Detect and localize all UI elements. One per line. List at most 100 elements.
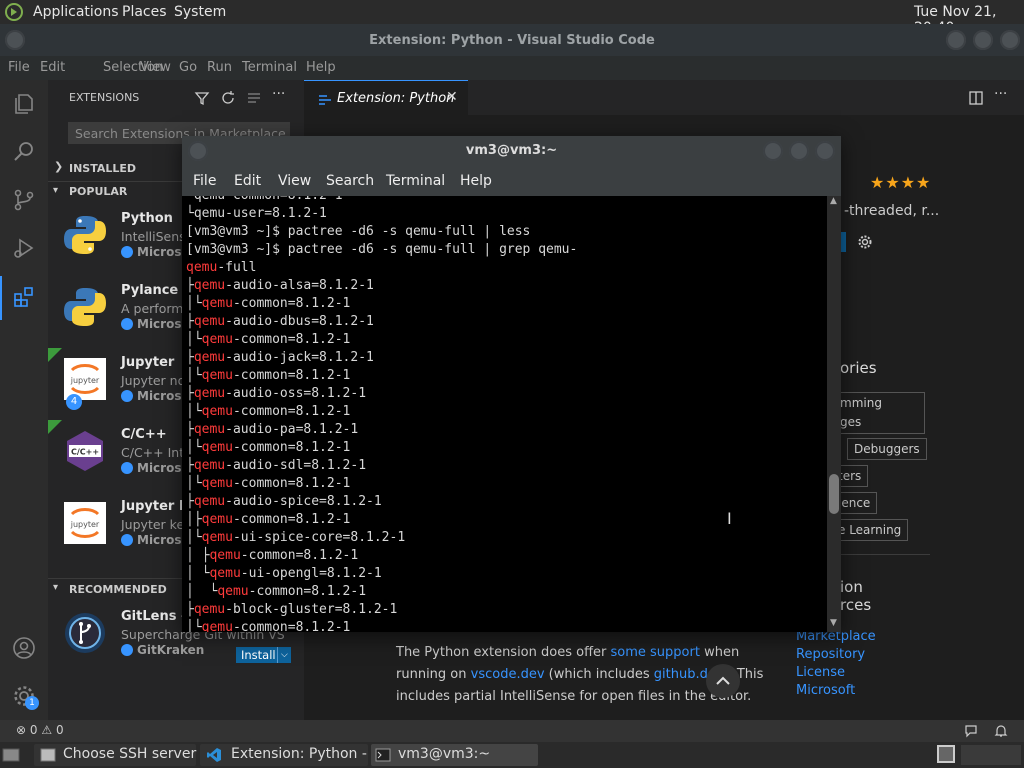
close-button[interactable] — [1000, 30, 1020, 50]
jupyter-logo-icon: jupyter — [64, 502, 106, 544]
split-editor-icon[interactable] — [968, 90, 984, 106]
install-button[interactable]: Install ⌵ — [236, 647, 291, 663]
terminal-line: │├qemu-common=8.1.2-1 — [186, 511, 350, 529]
terminal-menu-help[interactable]: Help — [460, 173, 492, 189]
highlighted-match: qemu — [193, 422, 226, 437]
line-text: -common=8.1.2-1 — [232, 512, 351, 527]
distro-logo-icon[interactable] — [5, 3, 23, 21]
close-tab-icon[interactable]: ✕ — [446, 89, 458, 105]
explorer-icon[interactable] — [12, 92, 36, 116]
microsoft-link[interactable]: Microsoft — [796, 683, 855, 698]
top-panel: Applications Places System Tue Nov 21, 2… — [0, 0, 1024, 36]
line-text: qemu-common=8.1.2-1 — [194, 196, 343, 203]
resources-title-line1: ion — [840, 578, 863, 596]
terminal-minimize-button[interactable] — [763, 141, 783, 161]
terminal-output[interactable]: └qemu-common=8.1.2-1└qemu-user=8.1.2-1[v… — [182, 196, 827, 632]
terminal-scrollbar[interactable]: ▲ ▼ — [827, 196, 841, 632]
more-actions-icon[interactable]: ··· — [272, 86, 285, 102]
gitlens-logo-icon — [65, 613, 105, 653]
places-menu[interactable]: Places — [122, 4, 167, 20]
settings-update-badge: 1 — [25, 696, 39, 710]
menu-help[interactable]: Help — [306, 60, 336, 75]
scrollbar-thumb[interactable] — [829, 474, 839, 514]
extension-description: Jupyter no — [121, 373, 186, 388]
gear-icon[interactable] — [857, 234, 873, 250]
terminal-line: │└qemu-common=8.1.2-1 — [186, 475, 350, 493]
highlighted-match: qemu — [186, 260, 218, 275]
window-icon — [40, 748, 56, 762]
task-vscode[interactable]: Extension: Python - ... — [200, 744, 385, 766]
extension-publisher: Microso — [121, 317, 190, 331]
maximize-button[interactable] — [973, 30, 993, 50]
terminal-menu-search[interactable]: Search — [326, 173, 374, 189]
task-choose-ssh-server[interactable]: Choose SSH server — [34, 744, 196, 766]
highlighted-match: qemu — [193, 458, 226, 473]
menu-file[interactable]: File — [8, 60, 30, 75]
extension-publisher: Microso — [121, 389, 190, 403]
menu-edit[interactable]: Edit — [40, 60, 65, 75]
extension-summary: -threaded, r... — [844, 203, 940, 219]
problems-indicator[interactable]: ⊗ 0 ⚠ 0 — [16, 723, 64, 737]
terminal-line: │ ├qemu-common=8.1.2-1 — [186, 547, 358, 565]
tree-branch: ├ — [186, 386, 194, 401]
highlighted-match: qemu — [217, 584, 249, 599]
applications-menu[interactable]: Applications — [33, 4, 119, 20]
refresh-icon[interactable] — [220, 90, 236, 106]
scroll-up-arrow-icon[interactable]: ▲ — [830, 196, 837, 206]
svg-text:jupyter: jupyter — [70, 520, 100, 529]
line-text: -common=8.1.2-1 — [232, 368, 351, 383]
error-icon: ⊗ — [16, 723, 27, 737]
tree-branch: ├ — [186, 602, 194, 617]
terminal-menu-edit[interactable]: Edit — [234, 173, 261, 189]
menu-view[interactable]: View — [140, 60, 171, 75]
some-support-link[interactable]: some support — [611, 645, 700, 660]
run-debug-icon[interactable] — [12, 236, 36, 260]
vscode-dev-link[interactable]: vscode.dev — [471, 667, 545, 682]
repository-link[interactable]: Repository — [796, 647, 865, 662]
notifications-bell-icon[interactable] — [994, 724, 1008, 738]
accounts-icon[interactable] — [12, 636, 36, 660]
scroll-down-arrow-icon[interactable]: ▼ — [830, 618, 837, 628]
system-menu[interactable]: System — [174, 4, 226, 20]
feedback-icon[interactable] — [964, 724, 978, 738]
taskbar: Choose SSH server Extension: Python - ..… — [0, 742, 1024, 768]
tree-branch: │└ — [186, 296, 202, 311]
license-link[interactable]: License — [796, 665, 845, 680]
terminal-menu-view[interactable]: View — [278, 173, 311, 189]
extensions-icon[interactable] — [12, 285, 36, 309]
text-cursor-icon: I — [727, 509, 732, 528]
chevron-down-icon[interactable]: ⌵ — [277, 647, 288, 663]
source-control-icon[interactable] — [12, 188, 36, 212]
menu-go[interactable]: Go — [179, 60, 197, 75]
workspace-switcher-1[interactable] — [937, 745, 955, 763]
tree-branch: │└ — [186, 440, 202, 455]
terminal-menu-terminal[interactable]: Terminal — [386, 173, 445, 189]
category-programming-languages[interactable]: mming ges — [840, 392, 925, 434]
minimize-button[interactable] — [946, 30, 966, 50]
terminal-title: vm3@vm3:~ — [465, 143, 558, 158]
terminal-close-button[interactable] — [815, 141, 835, 161]
tab-extension-python[interactable]: Extension: Python ✕ — [304, 80, 468, 116]
category-machine-learning[interactable]: e Learning — [832, 519, 909, 541]
tree-branch: │└ — [186, 620, 202, 632]
show-desktop-icon[interactable] — [2, 747, 20, 763]
terminal-line: [vm3@vm3 ~]$ pactree -d6 -s qemu-full | … — [186, 223, 530, 241]
filter-icon[interactable] — [194, 90, 210, 106]
more-actions-icon[interactable]: ··· — [994, 86, 1007, 102]
highlighted-match: qemu — [201, 512, 233, 527]
terminal-menu-file[interactable]: File — [193, 173, 216, 189]
menu-run[interactable]: Run — [207, 60, 232, 75]
tree-branch: │└ — [186, 404, 202, 419]
search-icon[interactable] — [12, 140, 36, 164]
tree-branch: │└ — [186, 368, 202, 383]
category-debuggers[interactable]: Debuggers — [847, 438, 927, 460]
workspace-switcher-area[interactable] — [961, 745, 1021, 765]
clear-icon[interactable] — [246, 90, 262, 106]
terminal-line: [vm3@vm3 ~]$ pactree -d6 -s qemu-full | … — [186, 241, 577, 259]
terminal-line: qemu-full — [186, 259, 256, 277]
scroll-to-top-button[interactable] — [706, 664, 740, 698]
terminal-maximize-button[interactable] — [789, 141, 809, 161]
line-text: -audio-sdl=8.1.2-1 — [225, 458, 367, 473]
task-terminal[interactable]: vm3@vm3:~ — [371, 744, 538, 766]
menu-terminal[interactable]: Terminal — [242, 60, 297, 75]
